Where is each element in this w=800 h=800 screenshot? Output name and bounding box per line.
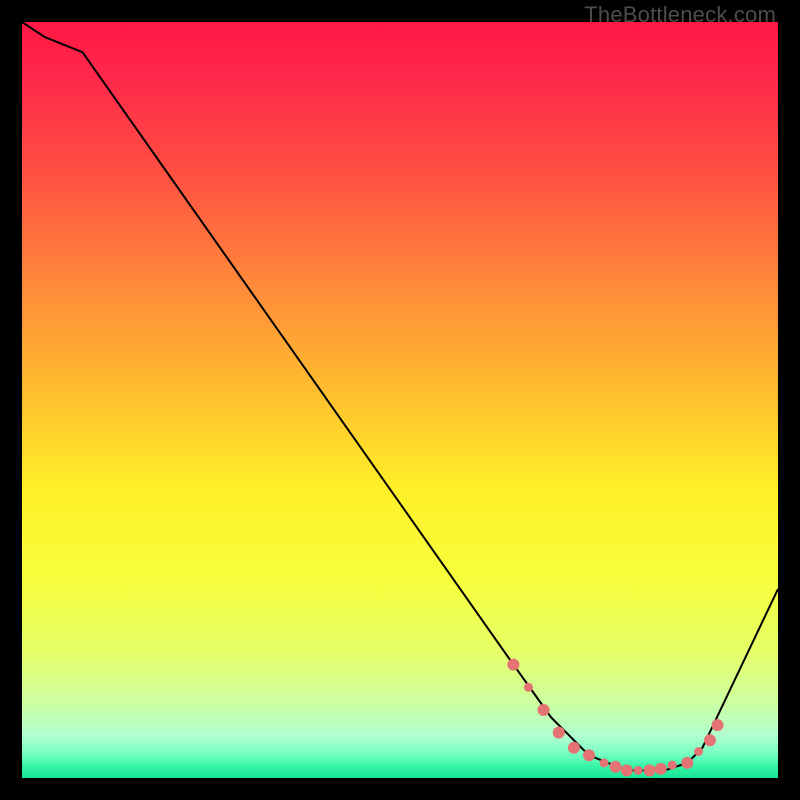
data-point <box>655 763 667 775</box>
data-point <box>507 659 519 671</box>
chart-frame <box>22 22 778 778</box>
bottleneck-chart <box>22 22 778 778</box>
data-point <box>681 757 693 769</box>
data-point <box>694 747 703 756</box>
data-point <box>644 764 656 776</box>
data-point <box>524 683 533 692</box>
data-point <box>610 761 622 773</box>
data-point <box>583 749 595 761</box>
data-point <box>704 734 716 746</box>
data-point <box>568 742 580 754</box>
data-point <box>712 719 724 731</box>
data-point <box>668 761 677 770</box>
chart-background <box>22 22 778 778</box>
data-point <box>621 764 633 776</box>
data-point <box>634 766 643 775</box>
data-point <box>538 704 550 716</box>
data-point <box>553 727 565 739</box>
data-point <box>600 758 609 767</box>
